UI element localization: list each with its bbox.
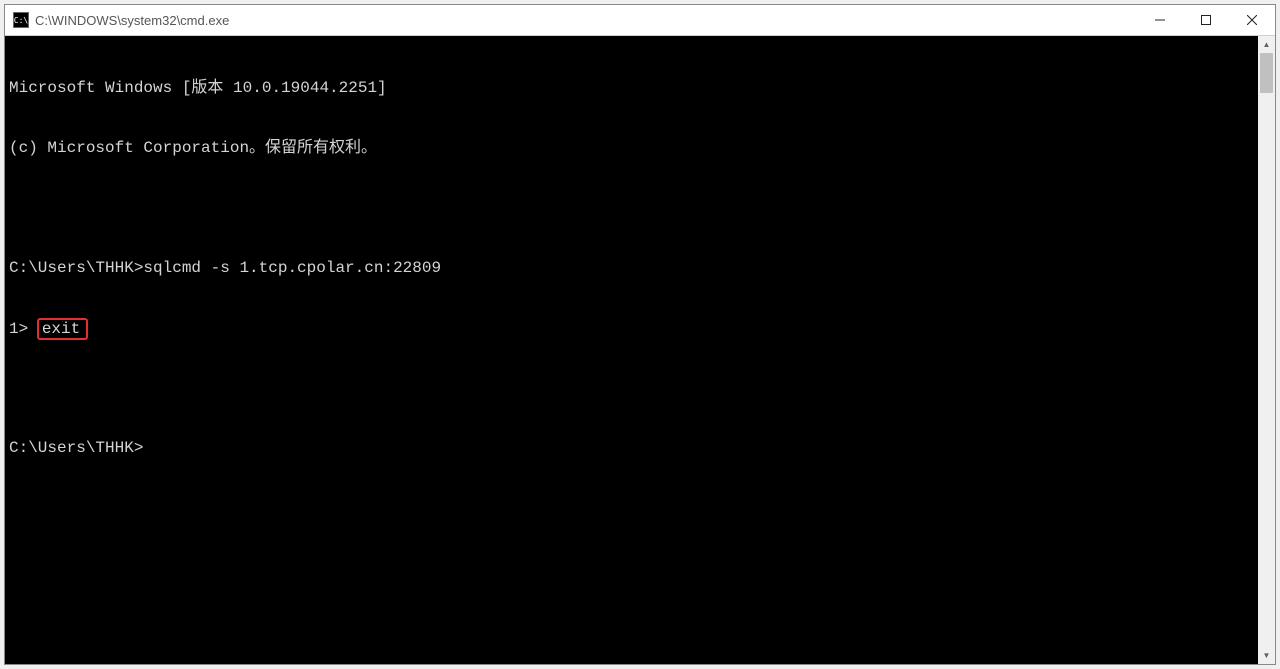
sqlcmd-prompt: 1> — [9, 320, 38, 338]
output-line: (c) Microsoft Corporation。保留所有权利。 — [9, 138, 1254, 158]
prompt-line: C:\Users\THHK>sqlcmd -s 1.tcp.cpolar.cn:… — [9, 258, 1254, 278]
cmd-icon: C:\ — [13, 12, 29, 28]
scroll-up-arrow-icon[interactable]: ▲ — [1258, 36, 1275, 53]
terminal-output[interactable]: Microsoft Windows [版本 10.0.19044.2251] (… — [5, 36, 1258, 664]
window-controls — [1137, 5, 1275, 35]
exit-highlight: exit — [37, 318, 88, 340]
command-prompt-window: C:\ C:\WINDOWS\system32\cmd.exe Microsof… — [4, 4, 1276, 665]
vertical-scrollbar[interactable]: ▲ ▼ — [1258, 36, 1275, 664]
maximize-button[interactable] — [1183, 5, 1229, 35]
scrollbar-track[interactable] — [1258, 53, 1275, 647]
scrollbar-thumb[interactable] — [1260, 53, 1273, 93]
window-title: C:\WINDOWS\system32\cmd.exe — [35, 12, 1137, 28]
output-line: Microsoft Windows [版本 10.0.19044.2251] — [9, 78, 1254, 98]
content-area: Microsoft Windows [版本 10.0.19044.2251] (… — [5, 36, 1275, 664]
output-blank — [9, 198, 1254, 218]
scroll-down-arrow-icon[interactable]: ▼ — [1258, 647, 1275, 664]
prompt-line: C:\Users\THHK> — [9, 438, 1254, 458]
command-text: sqlcmd -s 1.tcp.cpolar.cn:22809 — [143, 259, 441, 277]
prompt-path: C:\Users\THHK> — [9, 259, 143, 277]
sqlcmd-line: 1> exit — [9, 318, 1254, 338]
output-blank — [9, 378, 1254, 398]
prompt-path: C:\Users\THHK> — [9, 439, 143, 457]
minimize-button[interactable] — [1137, 5, 1183, 35]
close-button[interactable] — [1229, 5, 1275, 35]
titlebar[interactable]: C:\ C:\WINDOWS\system32\cmd.exe — [5, 5, 1275, 36]
